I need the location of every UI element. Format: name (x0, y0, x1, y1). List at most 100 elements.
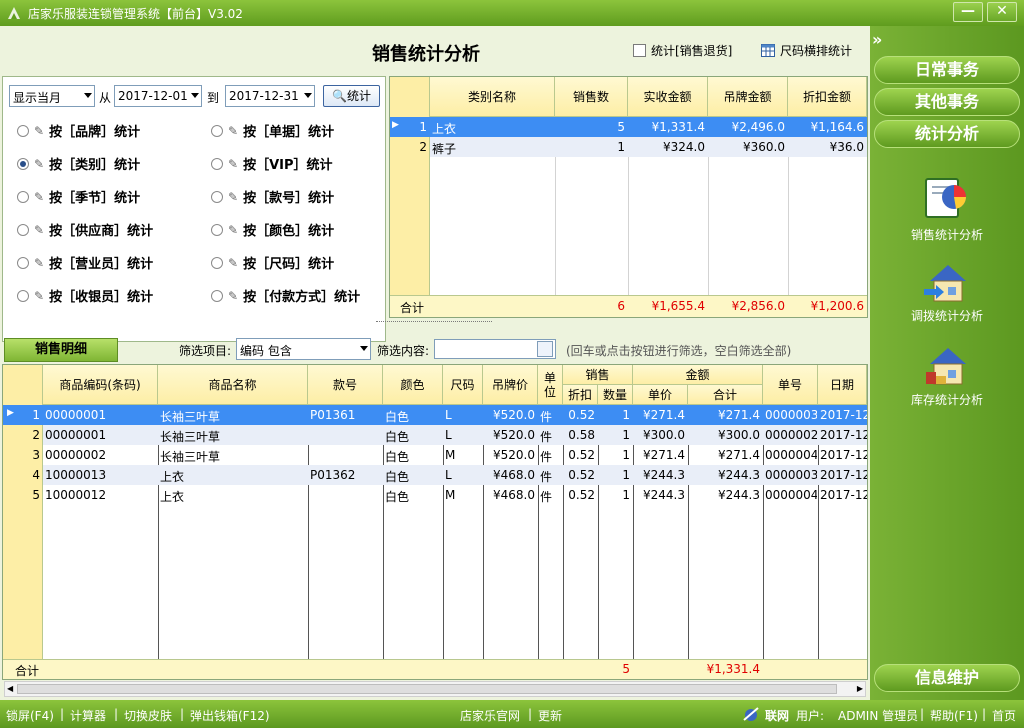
header-tag-amount[interactable]: 吊牌金额 (708, 77, 788, 117)
close-button[interactable]: ✕ (987, 2, 1017, 22)
option-bill[interactable]: ✎ 按［单据］统计 (211, 121, 334, 140)
menu-info-maintenance[interactable]: 信息维护 (874, 664, 1020, 692)
period-select[interactable]: 显示当月 (9, 85, 95, 107)
option-cashier[interactable]: ✎ 按［收银员］统计 (17, 286, 153, 305)
row-pointer-icon: ▶ (392, 120, 399, 130)
header-unit-price[interactable]: 单价 (633, 385, 688, 405)
radio-button[interactable] (211, 289, 223, 302)
header-date[interactable]: 日期 (818, 365, 867, 405)
option-payment-method[interactable]: ✎ 按［付款方式］统计 (211, 286, 360, 305)
size-horizontal-option[interactable]: 尺码横排统计 (761, 42, 852, 59)
scroll-left-icon[interactable]: ◀ (7, 684, 13, 693)
radio-button[interactable] (17, 289, 29, 302)
option-label: 按［品牌］统计 (49, 125, 141, 140)
menu-statistics[interactable]: 统计分析 (874, 120, 1020, 148)
filter-go-icon[interactable] (537, 341, 553, 357)
tool-sales-stat-label[interactable]: 销售统计分析 (870, 226, 1024, 243)
switch-skin-link[interactable]: 切换皮肤 (124, 707, 172, 724)
official-site-link[interactable]: 店家乐官网 (460, 707, 520, 724)
open-cash-drawer-link[interactable]: 弹出钱箱(F12) (190, 707, 270, 724)
tool-transfer-stat-label[interactable]: 调拨统计分析 (870, 307, 1024, 324)
horizontal-scrollbar[interactable]: ◀ ▶ (4, 681, 866, 697)
cell-code: 00000001 (45, 408, 107, 422)
minimize-button[interactable]: — (953, 2, 983, 22)
collapse-icon[interactable]: » (872, 30, 882, 49)
option-brand[interactable]: ✎ 按［品牌］统计 (17, 121, 140, 140)
option-category[interactable]: ✎ 按［类别］统计 (17, 154, 140, 173)
date-from-value: 2017-12-01 (118, 89, 188, 103)
radio-button[interactable] (17, 124, 29, 137)
separator: | (180, 707, 185, 721)
option-supplier[interactable]: ✎ 按［供应商］统计 (17, 220, 153, 239)
calculator-link[interactable]: 计算器 (70, 707, 106, 724)
filter-field-select[interactable]: 编码 包含 (236, 338, 371, 360)
chevron-down-icon[interactable] (191, 93, 199, 98)
header-color[interactable]: 颜色 (383, 365, 443, 405)
menu-other-affairs[interactable]: 其他事务 (874, 88, 1020, 116)
radio-button[interactable] (211, 256, 223, 269)
help-link[interactable]: 帮助(F1) (930, 707, 978, 724)
header-style[interactable]: 款号 (308, 365, 383, 405)
header-unit[interactable]: 单位 (538, 365, 563, 405)
chevron-down-icon[interactable] (360, 346, 368, 351)
header-bill-no[interactable]: 单号 (763, 365, 818, 405)
date-to-picker[interactable]: 2017-12-31 (225, 85, 315, 107)
header-paid[interactable]: 实收金额 (628, 77, 708, 117)
header-size[interactable]: 尺码 (443, 365, 483, 405)
footer-qty: 5 (622, 662, 630, 676)
tool-inventory-stat-label[interactable]: 库存统计分析 (870, 391, 1024, 408)
radio-button[interactable] (17, 190, 29, 203)
update-link[interactable]: 更新 (538, 707, 562, 724)
radio-button[interactable] (211, 223, 223, 236)
stat-filter-panel: 显示当月 从 2017-12-01 到 2017-12-31 🔍统计 ✎ 按［品牌… (2, 76, 386, 342)
filter-field-label: 筛选项目: (179, 344, 232, 358)
checkbox-box[interactable] (633, 44, 646, 57)
cell-discount-amount: ¥1,164.6 (810, 120, 864, 134)
return-stat-checkbox[interactable]: 统计[销售退货] (633, 42, 732, 59)
option-color[interactable]: ✎ 按［颜色］统计 (211, 220, 334, 239)
scrollbar-thumb[interactable] (17, 684, 837, 694)
menu-daily-affairs[interactable]: 日常事务 (874, 56, 1020, 84)
option-salesperson[interactable]: ✎ 按［营业员］统计 (17, 253, 153, 272)
radio-button[interactable] (17, 223, 29, 236)
scroll-right-icon[interactable]: ▶ (857, 684, 863, 693)
option-style-no[interactable]: ✎ 按［款号］统计 (211, 187, 334, 206)
header-category[interactable]: 类别名称 (430, 77, 555, 117)
radio-button[interactable] (211, 124, 223, 137)
user-name: ADMIN 管理员 (838, 709, 919, 723)
header-discount[interactable]: 折扣 (563, 385, 598, 405)
filter-hint: (回车或点击按钮进行筛选，空白筛选全部) (566, 344, 792, 358)
option-label: 按［收银员］统计 (49, 290, 154, 305)
summary-grid: 类别名称 销售数 实收金额 吊牌金额 折扣金额 ▶ 1 上衣 5 ¥1,331.… (389, 76, 868, 318)
transfer-house-icon[interactable] (922, 259, 970, 307)
header-discount-amount[interactable]: 折扣金额 (788, 77, 867, 117)
splitter-handle[interactable] (376, 316, 492, 322)
radio-button[interactable] (211, 157, 223, 170)
radio-button[interactable] (211, 190, 223, 203)
tab-sales-detail[interactable]: 销售明细 (4, 338, 118, 362)
header-tag-price[interactable]: 吊牌价 (483, 365, 538, 405)
option-season[interactable]: ✎ 按［季节］统计 (17, 187, 140, 206)
header-total[interactable]: 合计 (688, 385, 763, 405)
header-qty[interactable]: 数量 (598, 385, 633, 405)
chevron-down-icon[interactable] (304, 93, 312, 98)
filter-content-input[interactable] (434, 339, 556, 359)
header-qty[interactable]: 销售数 (555, 77, 628, 117)
chevron-down-icon[interactable] (84, 93, 92, 98)
lock-screen-link[interactable]: 锁屏(F4) (6, 707, 54, 724)
date-from-picker[interactable]: 2017-12-01 (114, 85, 202, 107)
header-code[interactable]: 商品编码(条码) (43, 365, 158, 405)
radio-button-selected[interactable] (17, 157, 29, 170)
pie-chart-report-icon[interactable] (922, 173, 970, 221)
status-bar: 锁屏(F4) | 计算器 | 切换皮肤 | 弹出钱箱(F12) 店家乐官网 | … (0, 700, 1024, 728)
cell-qty: 1 (622, 408, 630, 422)
stat-button[interactable]: 🔍统计 (323, 85, 380, 107)
size-horizontal-label: 尺码横排统计 (780, 44, 853, 58)
option-size[interactable]: ✎ 按［尺码］统计 (211, 253, 334, 272)
inventory-house-icon[interactable] (922, 342, 970, 390)
option-vip[interactable]: ✎ 按［VIP］统计 (211, 154, 333, 173)
home-link[interactable]: 首页 (992, 707, 1016, 724)
header-name[interactable]: 商品名称 (158, 365, 308, 405)
cell-paid: ¥1,331.4 (651, 120, 705, 134)
radio-button[interactable] (17, 256, 29, 269)
